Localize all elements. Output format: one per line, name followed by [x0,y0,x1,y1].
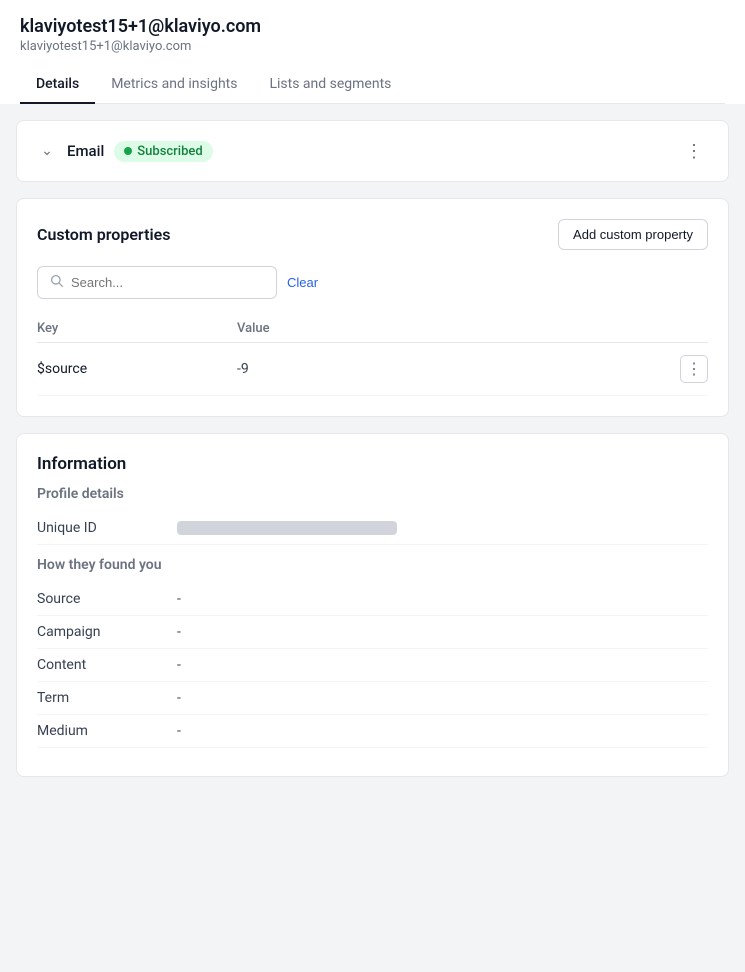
source-value: - [177,591,181,607]
subscribed-badge: Subscribed [114,141,212,162]
source-row: Source - [37,583,708,616]
medium-row: Medium - [37,715,708,748]
row-more-button[interactable]: ⋮ [680,355,708,383]
search-box [37,266,277,299]
tab-details[interactable]: Details [20,66,95,104]
property-key: $source [37,361,237,377]
email-more-button[interactable]: ⋮ [680,137,708,165]
campaign-row: Campaign - [37,616,708,649]
tab-bar: Details Metrics and insights Lists and s… [20,66,725,104]
property-value: -9 [237,361,680,377]
unique-id-value [177,521,397,535]
email-card-left: ⌄ Email Subscribed [37,141,213,162]
profile-details-label: Profile details [37,486,708,502]
unique-id-row: Unique ID [37,512,708,545]
col-header-key: Key [37,321,237,336]
campaign-label: Campaign [37,624,177,640]
subscribed-dot [124,147,132,155]
profile-email-secondary: klaviyotest15+1@klaviyo.com [20,39,725,54]
information-title: Information [37,454,708,474]
medium-value: - [177,723,181,739]
chevron-down-icon[interactable]: ⌄ [37,141,57,161]
tab-lists[interactable]: Lists and segments [253,66,407,104]
medium-label: Medium [37,723,177,739]
term-row: Term - [37,682,708,715]
custom-properties-header: Custom properties Add custom property [37,219,708,250]
table-header: Key Value [37,315,708,343]
content-value: - [177,657,181,673]
how-found-label: How they found you [37,557,708,573]
source-label: Source [37,591,177,607]
email-channel-label: Email [67,142,104,160]
how-found-section: How they found you Source - Campaign - C… [37,557,708,748]
profile-email-primary: klaviyotest15+1@klaviyo.com [20,16,725,37]
table-row: $source -9 ⋮ [37,343,708,396]
term-value: - [177,690,181,706]
content-label: Content [37,657,177,673]
custom-properties-title: Custom properties [37,225,170,244]
email-subscription-card: ⌄ Email Subscribed ⋮ [16,120,729,182]
content-row: Content - [37,649,708,682]
search-icon [50,274,63,291]
add-custom-property-button[interactable]: Add custom property [558,219,708,250]
information-card: Information Profile details Unique ID Ho… [16,433,729,777]
col-header-value: Value [237,321,708,336]
tab-metrics[interactable]: Metrics and insights [95,66,253,104]
search-row: Clear [37,266,708,299]
campaign-value: - [177,624,181,640]
search-input[interactable] [71,275,264,290]
custom-properties-card: Custom properties Add custom property Cl… [16,198,729,417]
unique-id-label: Unique ID [37,520,177,536]
clear-search-button[interactable]: Clear [287,275,318,290]
term-label: Term [37,690,177,706]
subscribed-label: Subscribed [137,144,202,159]
